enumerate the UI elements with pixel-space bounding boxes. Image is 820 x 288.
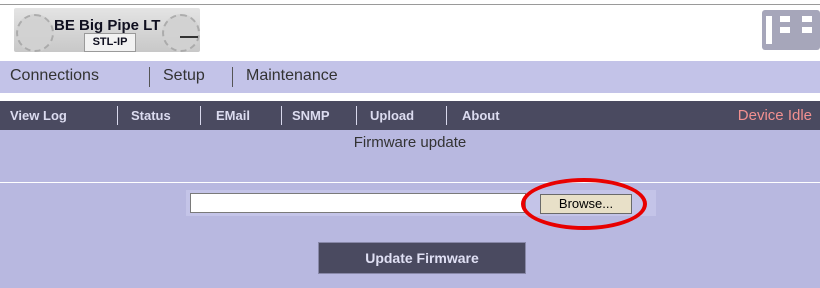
browse-highlight-circle [521, 178, 647, 230]
sub-nav-separator [446, 106, 447, 125]
device-status: Device Idle [737, 107, 812, 124]
update-firmware-button[interactable]: Update Firmware [318, 242, 526, 274]
nav-item-connections[interactable]: Connections [10, 67, 99, 85]
sub-nav-separator [356, 106, 357, 125]
nav-separator [232, 67, 233, 87]
sub-nav-item-view-log[interactable]: View Log [10, 108, 67, 123]
nav-separator [149, 67, 150, 87]
header-top-rule [0, 4, 820, 5]
logo-underline [180, 36, 198, 38]
product-title: BE Big Pipe LT [54, 17, 161, 34]
brand-logo [762, 10, 820, 50]
nav-item-setup[interactable]: Setup [163, 67, 205, 85]
sub-nav-item-status[interactable]: Status [131, 108, 171, 123]
sub-nav-item-upload[interactable]: Upload [370, 108, 414, 123]
sub-nav-separator [281, 106, 282, 125]
sub-nav-item-snmp[interactable]: SNMP [292, 108, 330, 123]
sub-nav-item-about[interactable]: About [462, 108, 500, 123]
title-divider [0, 182, 820, 183]
sub-nav-item-email[interactable]: EMail [216, 108, 250, 123]
gear-icon [16, 14, 54, 52]
product-logo: BE Big Pipe LT STL-IP [14, 8, 200, 52]
header: BE Big Pipe LT STL-IP [0, 0, 820, 56]
product-subtitle: STL-IP [84, 33, 136, 52]
firmware-file-input[interactable] [190, 193, 526, 213]
nav-item-maintenance[interactable]: Maintenance [246, 67, 338, 85]
page-title: Firmware update [353, 134, 467, 151]
gear-icon [162, 14, 200, 52]
main-nav: Connections Setup Maintenance [0, 61, 820, 93]
sub-nav: View Log Status EMail SNMP Upload About … [0, 101, 820, 130]
sub-nav-separator [117, 106, 118, 125]
sub-nav-separator [200, 106, 201, 125]
